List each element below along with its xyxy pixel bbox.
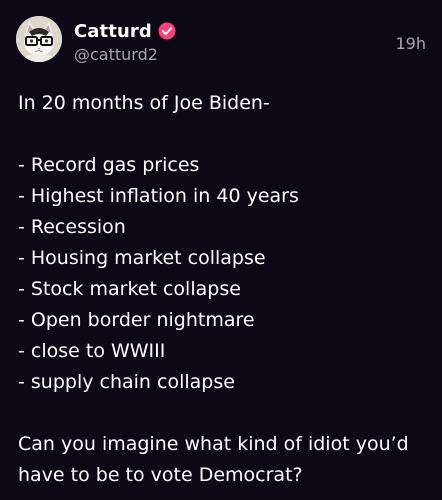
post-body: In 20 months of Joe Biden- - Record gas … <box>18 88 428 491</box>
list-item: - Housing market collapse <box>18 247 266 269</box>
list-item: - close to WWIII <box>18 340 166 362</box>
list-item: - supply chain collapse <box>18 371 235 393</box>
list-item: - Open border nightmare <box>18 309 255 331</box>
author-handle[interactable]: @catturd2 <box>74 45 158 64</box>
avatar[interactable] <box>16 16 62 62</box>
post-outro-line: Can you imagine what kind of idiot you’d <box>18 433 409 455</box>
author-name-row: Catturd <box>74 19 176 43</box>
list-item: - Record gas prices <box>18 154 200 176</box>
list-item: - Highest inflation in 40 years <box>18 185 299 207</box>
post-intro: In 20 months of Joe Biden- <box>18 92 270 114</box>
author-display-name[interactable]: Catturd <box>74 21 152 42</box>
post-timestamp[interactable]: 19h <box>396 34 427 53</box>
post-card: Catturd @catturd2 19h In 20 months of Jo… <box>0 0 442 500</box>
post-outro-line: have to be to vote Democrat? <box>18 464 303 486</box>
list-item: - Stock market collapse <box>18 278 241 300</box>
verified-badge-icon <box>158 22 176 40</box>
list-item: - Recession <box>18 216 126 238</box>
cat-avatar-image <box>16 16 62 62</box>
